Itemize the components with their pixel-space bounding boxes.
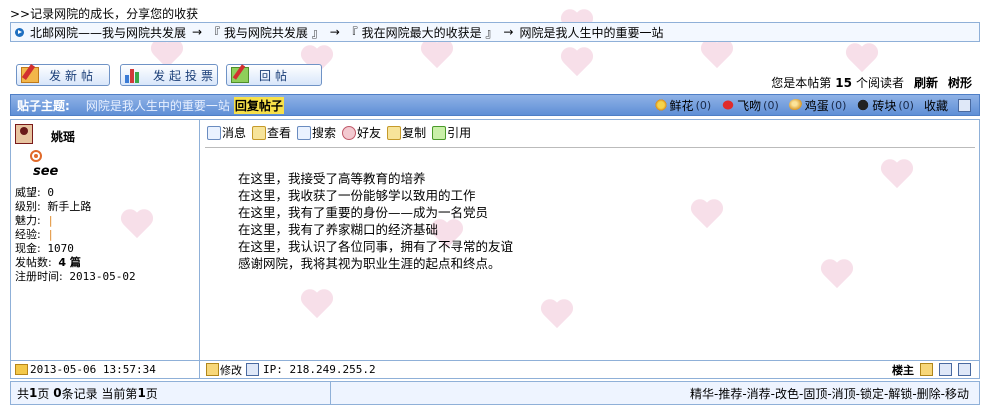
edit-icon [206, 363, 219, 376]
topic-label: 贴子主题: [17, 98, 70, 113]
post-line: 在这里，我有了重要的身份——成为一名党员 [238, 205, 489, 220]
egg-icon [788, 99, 803, 111]
divider [205, 147, 975, 148]
new-post-label: 发新帖 [49, 68, 98, 83]
floor-label: 楼主 [892, 363, 914, 377]
ip-address: IP: 218.249.255.2 [263, 363, 376, 376]
friend-icon [342, 125, 357, 140]
post-time: 2013-05-06 13:57:34 [11, 361, 200, 378]
new-post-icon [21, 67, 39, 83]
breadcrumb-item-subforum[interactable]: 『 我在网院最大的收获是 』 [346, 24, 498, 41]
reader-count: 15 [835, 75, 852, 90]
reply-button[interactable]: 回帖 [226, 64, 322, 86]
friend-button[interactable]: 好友 [342, 124, 381, 141]
page-title: >>记录网院的成长，分享您的收获 [10, 7, 199, 21]
edit-button[interactable]: 修改 [206, 362, 242, 378]
message-button[interactable]: 消息 [207, 124, 246, 141]
view-icon [252, 125, 267, 140]
rate-kiss-button[interactable]: 飞吻 (0) [721, 97, 779, 114]
refresh-link[interactable]: 刷新 [914, 74, 938, 91]
new-vote-label: 发起投票 [153, 68, 218, 83]
search-button[interactable]: 搜索 [297, 124, 336, 141]
rate-egg-button[interactable]: 鸡蛋 (0) [788, 97, 846, 114]
save-icon[interactable] [958, 363, 971, 376]
view-button[interactable]: 查看 [252, 124, 291, 141]
breadcrumb-item-topic[interactable]: 网院是我人生中的重要一站 [519, 24, 663, 41]
reply-icon [231, 67, 249, 83]
save-icon[interactable] [958, 98, 971, 112]
bar-chart-icon [125, 67, 143, 83]
new-vote-button[interactable]: 发起投票 [120, 64, 218, 86]
topic-bar: 贴子主题: 网院是我人生中的重要一站 回复帖子 鲜花 (0) 飞吻 (0) 鸡蛋… [10, 94, 980, 116]
post-line: 在这里，我认识了各位同事，拥有了不寻常的友谊 [238, 239, 514, 254]
reply-post-link[interactable]: 回复帖子 [233, 96, 284, 114]
flower-icon [653, 99, 668, 111]
reader-info: 您是本帖第 15 个阅读者 刷新 树形 [771, 74, 972, 91]
message-icon [207, 125, 221, 140]
user-tagline: see [33, 164, 59, 179]
user-panel: 姚瑶 see 威望: 0 级别: 新手上路 魅力: | 经验: | 现金: 10… [11, 120, 200, 376]
search-icon [297, 125, 312, 140]
bottom-bar: 共1页 0 条记录 当前第 1 页 精华-推荐-消荐-改色-固顶-消顶-锁定-解锁-删… [10, 381, 980, 405]
breadcrumb-separator: → [329, 25, 340, 39]
post-footer: 2013-05-06 13:57:34 修改 IP: 218.249.255.2… [10, 360, 980, 379]
breadcrumb: 北邮网院——我与网院共发展 → 『 我与网院共发展 』 → 『 我在网院最大的收… [10, 22, 980, 42]
manage-icon[interactable] [920, 363, 933, 376]
post-content: 消息 查看 搜索 好友 复制 引用 在这里，我接受了高等教育的培养 在这里，我收… [201, 120, 979, 376]
copy-icon [387, 125, 402, 140]
breadcrumb-item-forum[interactable]: 『 我与网院共发展 』 [208, 24, 324, 41]
admin-links[interactable]: 精华-推荐-消荐-改色-固顶-消顶-锁定-解锁-删除-移动 [690, 385, 979, 402]
quote-icon [432, 125, 447, 140]
folder-icon [15, 364, 28, 375]
breadcrumb-item-home[interactable]: 北邮网院——我与网院共发展 [30, 24, 186, 41]
brick-icon [856, 99, 871, 111]
favorite-link[interactable]: 收藏 [924, 97, 948, 114]
kiss-icon [721, 99, 736, 111]
post: 姚瑶 see 威望: 0 级别: 新手上路 魅力: | 经验: | 现金: 10… [10, 119, 980, 377]
note-icon[interactable] [939, 363, 952, 376]
copy-button[interactable]: 复制 [387, 124, 426, 141]
breadcrumb-separator: → [192, 25, 203, 39]
arrow-bullet-icon [15, 27, 24, 37]
user-name[interactable]: 姚瑶 [51, 128, 75, 145]
rate-brick-button[interactable]: 砖块 (0) [856, 97, 914, 114]
ip-icon [246, 363, 259, 376]
avatar[interactable] [15, 124, 33, 144]
post-body: 在这里，我接受了高等教育的培养 在这里，我收获了一份能够学以致用的工作 在这里，… [238, 170, 513, 272]
post-line: 在这里，我收获了一份能够学以致用的工作 [238, 188, 476, 203]
tree-view-link[interactable]: 树形 [948, 74, 972, 91]
pager: 共1页 0 条记录 当前第 1 页 [11, 382, 331, 404]
post-toolbar: 消息 查看 搜索 好友 复制 引用 [207, 124, 471, 141]
post-line: 在这里，我有了养家糊口的经济基础 [238, 222, 439, 237]
user-stats: 威望: 0 级别: 新手上路 魅力: | 经验: | 现金: 1070 发帖数:… [15, 186, 136, 283]
breadcrumb-separator: → [503, 25, 514, 39]
online-status-icon [30, 150, 42, 162]
post-line: 感谢网院，我将其视为职业生涯的起点和终点。 [238, 256, 501, 271]
new-post-button[interactable]: 发新帖 [16, 64, 110, 86]
rate-flower-button[interactable]: 鲜花 (0) [653, 97, 711, 114]
quote-button[interactable]: 引用 [432, 124, 471, 141]
post-line: 在这里，我接受了高等教育的培养 [238, 171, 426, 186]
topic-title: 网院是我人生中的重要一站 [85, 98, 230, 113]
reply-label: 回帖 [259, 68, 292, 83]
